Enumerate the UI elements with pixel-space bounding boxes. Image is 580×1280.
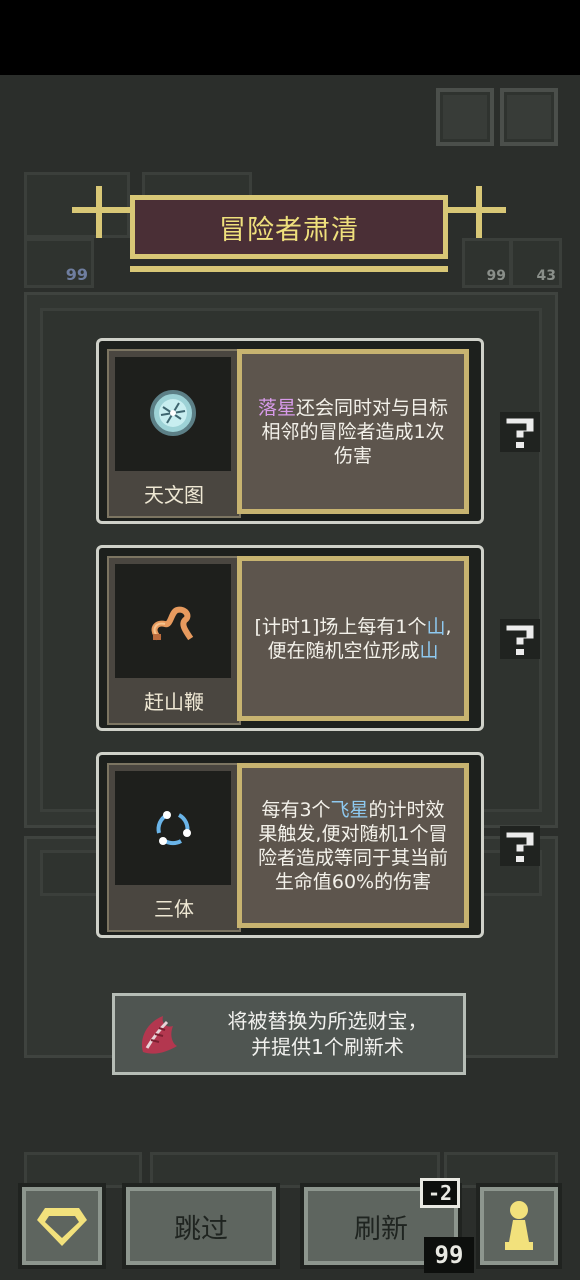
stat-count-left: 99: [65, 265, 88, 284]
highlight-keyword: 山: [426, 615, 446, 638]
title-banner: 冒险者肃清: [130, 195, 448, 259]
three-body-icon: [156, 811, 191, 846]
highlight-keyword: 山: [419, 639, 439, 662]
toast-line-1: 将被替换为所选财宝，: [227, 1009, 428, 1033]
gem-button[interactable]: [18, 1183, 106, 1269]
toast-line-2: 并提供1个刷新术: [251, 1035, 404, 1059]
treasure-name: 三体: [154, 897, 194, 921]
stat-count-right-1: 99: [486, 268, 506, 284]
refresh-label: 刷新: [354, 1213, 408, 1245]
pawn-icon: [505, 1201, 533, 1250]
skip-button[interactable]: 跳过: [122, 1183, 280, 1269]
hero-tab-bg: [24, 172, 130, 238]
feather-treasure-icon: [141, 1016, 177, 1054]
treasure-name: 天文图: [144, 483, 204, 507]
star-map-icon: [150, 390, 196, 436]
stat-count-right-2: 43: [536, 268, 556, 284]
desc-text: 每有3个: [261, 798, 331, 821]
treasure-desc-box: [计时1]场上每有1个山,便在随机空位形成山: [237, 556, 469, 721]
treasure-image: [115, 771, 231, 885]
banner-deco-left-post: [96, 186, 102, 238]
stat-box-right-2: 43: [510, 238, 562, 288]
treasure-desc: 每有3个飞星的计时效果触发,便对随机1个冒险者造成等同于其当前生命值60%的伤害: [252, 798, 454, 894]
whip-icon: [151, 606, 194, 641]
treasure-image: [115, 357, 231, 471]
treasure-desc-box: 每有3个飞星的计时效果触发,便对随机1个冒险者造成等同于其当前生命值60%的伤害: [237, 763, 469, 928]
treasure-card-three-body[interactable]: 三体 每有3个飞星的计时效果触发,便对随机1个冒险者造成等同于其当前生命值60%…: [96, 752, 484, 938]
skip-label: 跳过: [174, 1213, 228, 1245]
treasure-desc-box: 落星还会同时对与目标相邻的冒险者造成1次伤害: [237, 349, 469, 514]
treasure-desc: 落星还会同时对与目标相邻的冒险者造成1次伤害: [252, 396, 454, 468]
treasure-item-box: 赶山鞭: [107, 556, 241, 725]
banner-deco-right-post: [476, 186, 482, 238]
stat-box-right-1: 99: [462, 238, 512, 288]
treasure-card-whip[interactable]: 赶山鞭 [计时1]场上每有1个山,便在随机空位形成山: [96, 545, 484, 731]
toast-message: 将被替换为所选财宝， 并提供1个刷新术: [195, 1008, 460, 1060]
replace-hint-toast: 将被替换为所选财宝， 并提供1个刷新术: [112, 993, 466, 1075]
refresh-balance-badge: 99: [424, 1237, 474, 1273]
help-button-bg[interactable]: [436, 88, 494, 146]
title-text: 冒险者肃清: [219, 214, 359, 246]
help-icon[interactable]: [498, 617, 542, 661]
help-icon[interactable]: [498, 824, 542, 868]
highlight-keyword: 飞星: [330, 798, 369, 821]
help-icon[interactable]: [498, 410, 542, 454]
banner-deco-base: [130, 266, 448, 272]
treasure-name: 赶山鞭: [144, 690, 204, 714]
treasure-card-star-map[interactable]: 天文图 落星还会同时对与目标相邻的冒险者造成1次伤害: [96, 338, 484, 524]
stat-box-left: 99: [24, 238, 94, 288]
gem-icon: [37, 1208, 87, 1246]
status-bar: [0, 0, 580, 75]
treasure-desc: [计时1]场上每有1个山,便在随机空位形成山: [252, 615, 454, 663]
character-button[interactable]: [476, 1183, 562, 1269]
settings-button-bg[interactable]: [500, 88, 558, 146]
desc-text: [计时1]场上每有1个: [254, 615, 427, 638]
treasure-item-box: 天文图: [107, 349, 241, 518]
treasure-item-box: 三体: [107, 763, 241, 932]
highlight-keyword: 落星: [257, 396, 296, 419]
treasure-image: [115, 564, 231, 678]
refresh-cost-badge: -2: [420, 1178, 460, 1208]
